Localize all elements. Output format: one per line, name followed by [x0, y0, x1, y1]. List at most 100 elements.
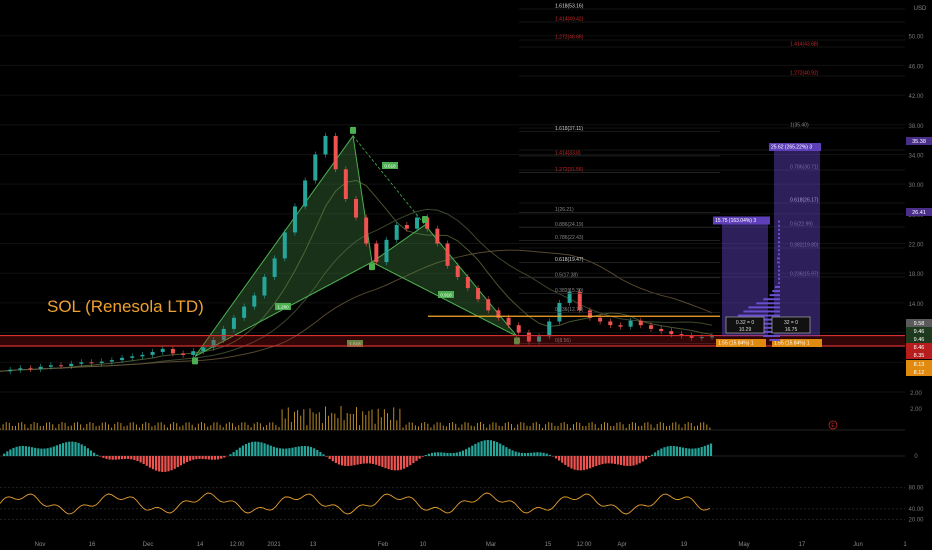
info-box-line2-1: 16.75: [785, 327, 798, 333]
volume-profile-bar-9: [756, 302, 780, 304]
info-box-line2-0: 10.29: [739, 327, 752, 333]
macd-bar-25: [78, 443, 80, 456]
macd-bar-86: [267, 444, 269, 456]
macd-bar-47: [146, 456, 148, 466]
chart-title: SOL (Renesola LTD): [47, 297, 204, 316]
macd-bar-34: [105, 456, 107, 459]
macd-bar-208: [645, 456, 647, 459]
macd-bar-71: [220, 456, 222, 459]
macd-bar-78: [242, 446, 244, 456]
macd-bar-103: [319, 452, 321, 456]
macd-bar-133: [412, 456, 414, 463]
macd-bar-153: [474, 444, 476, 456]
macd-bar-68: [211, 456, 213, 460]
fib-lower-label-6: 0.618(19.47): [555, 257, 584, 263]
macd-bar-116: [360, 456, 362, 464]
macd-bar-213: [660, 449, 662, 456]
fib-lower-label-8: 0.382(15.30): [555, 288, 584, 294]
macd-bar-211: [654, 452, 656, 456]
measure-top-0: 15.75 (163.04%) 3: [715, 218, 756, 224]
macd-bar-114: [353, 456, 355, 465]
harmonic-point-C: [422, 216, 428, 223]
price-tick-4: 34.00: [908, 153, 924, 159]
time-label-7: Feb: [378, 542, 389, 548]
macd-bar-183: [567, 456, 569, 467]
macd-bar-120: [372, 456, 374, 464]
macd-bar-94: [291, 448, 293, 456]
rsi-axis-1: 40.00: [908, 507, 924, 513]
volume-profile-bar-0: [769, 339, 780, 341]
price-badge-6: 8.35: [914, 353, 925, 359]
macd-bar-59: [183, 456, 185, 464]
macd-bar-1: [3, 454, 5, 456]
macd-bar-138: [428, 454, 430, 456]
time-label-2: Dec: [143, 542, 154, 548]
price-tick-5: 30.00: [908, 183, 924, 189]
macd-bar-128: [397, 456, 399, 470]
macd-bar-185: [574, 456, 576, 470]
harmonic-ratio-1: 0.618: [384, 164, 396, 169]
macd-bar-192: [595, 456, 597, 466]
harmonic-point-X: [192, 357, 198, 364]
macd-bar-53: [164, 456, 166, 472]
macd-bar-90: [279, 448, 281, 456]
macd-bar-38: [118, 456, 120, 459]
macd-bar-76: [236, 450, 238, 456]
macd-bar-13: [40, 449, 42, 456]
macd-bar-227: [704, 446, 706, 456]
fib-lower-label-7: 0.5(17.38): [555, 272, 578, 278]
volume-profile-bar-24: [778, 241, 780, 243]
macd-bar-156: [484, 440, 486, 456]
macd-bar-18: [56, 445, 58, 456]
macd-bar-187: [580, 456, 582, 470]
macd-bar-216: [670, 446, 672, 456]
macd-bar-115: [357, 456, 359, 465]
price-tick-12: 2.00: [910, 391, 922, 397]
macd-bar-42: [130, 456, 132, 459]
macd-bar-100: [310, 447, 312, 456]
volume-axis-0: 2.00: [910, 407, 922, 413]
volume-profile-bar-28: [778, 225, 780, 227]
macd-bar-96: [298, 446, 300, 456]
price-badge-0: 35.38: [912, 139, 926, 145]
stock-chart[interactable]: 50.0046.0042.0038.0034.0030.0026.0022.00…: [0, 0, 932, 550]
macd-bar-209: [648, 456, 650, 457]
macd-bar-7: [22, 446, 24, 456]
volume-profile-bar-25: [778, 237, 780, 239]
macd-bar-4: [12, 448, 14, 456]
macd-bar-141: [437, 452, 439, 456]
price-badge-3: 9.46: [914, 329, 925, 335]
macd-bar-125: [388, 456, 390, 469]
measure-bottom-0: 1.55 (15.84%) 1: [718, 341, 754, 347]
macd-bar-109: [338, 456, 340, 464]
macd-bar-58: [180, 456, 182, 465]
macd-bar-50: [155, 456, 157, 471]
macd-bar-184: [570, 456, 572, 468]
price-tick-2: 42.00: [908, 94, 924, 100]
macd-bar-5: [16, 447, 18, 456]
price-tick-1: 46.00: [908, 64, 924, 70]
time-label-12: Apr: [617, 542, 626, 548]
price-tick-3: 38.00: [908, 124, 924, 130]
macd-bar-193: [598, 456, 600, 465]
harmonic-ratio-2: 0.918: [440, 293, 452, 298]
volume-profile-bar-8: [748, 306, 780, 308]
macd-bar-110: [341, 456, 343, 465]
macd-bar-173: [536, 452, 538, 456]
macd-bar-199: [617, 456, 619, 464]
macd-bar-101: [313, 448, 315, 456]
macd-bar-65: [202, 456, 204, 459]
macd-bar-196: [608, 456, 610, 463]
macd-bar-64: [198, 456, 200, 459]
macd-bar-229: [710, 444, 712, 456]
macd-bar-92: [285, 449, 287, 456]
time-label-14: May: [738, 542, 749, 548]
macd-bar-36: [112, 456, 114, 460]
macd-bar-123: [381, 456, 383, 467]
macd-bar-150: [465, 449, 467, 456]
macd-bar-41: [127, 456, 129, 459]
macd-bar-48: [149, 456, 151, 468]
macd-bar-161: [499, 444, 501, 456]
macd-bar-203: [629, 456, 631, 466]
time-label-9: Mar: [486, 542, 496, 548]
